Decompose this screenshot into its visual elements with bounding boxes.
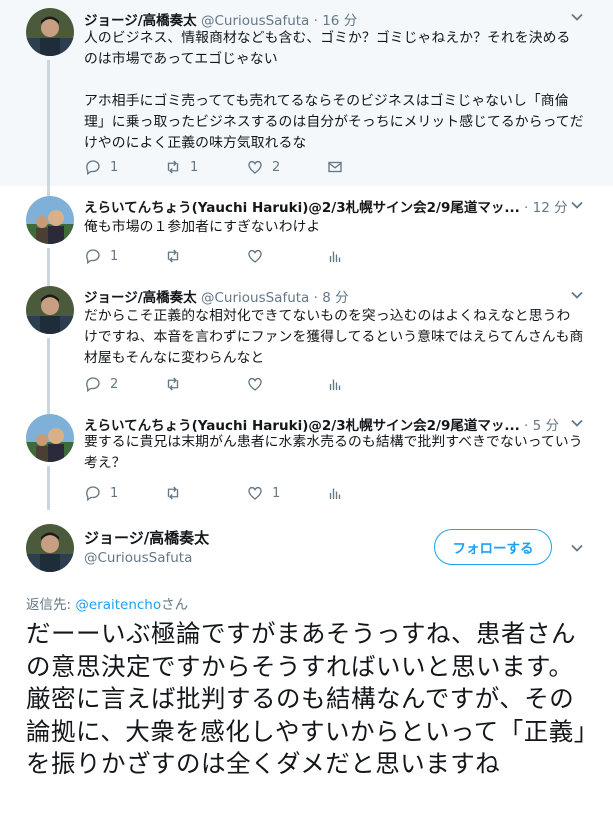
retweet-icon <box>167 486 179 500</box>
like-icon <box>248 486 262 500</box>
like-count: 2 <box>272 159 281 175</box>
tweet-actions: 1 1 2 <box>84 157 384 177</box>
tweet-header: えらいてんちょう(Yauchi Haruki)@2/3札幌サイン会2/9尾道マッ… <box>84 418 560 434</box>
tweet-1[interactable]: ジョージ/高橋奏太 @CuriousSafuta · 16 分 人のビジネス、情… <box>0 0 613 186</box>
retweet-icon <box>167 249 179 263</box>
tweet-text: 俺も市場の１参加者にすぎないわけよ <box>84 219 321 235</box>
dm-button[interactable] <box>326 157 344 177</box>
tweet-header: ジョージ/高橋奏太 @CuriousSafuta · 16 分 <box>84 13 358 29</box>
retweet-button[interactable] <box>164 246 190 266</box>
reply-button[interactable]: 1 <box>84 483 118 503</box>
tweet-time[interactable]: 12 分 <box>533 200 568 216</box>
replying-to-link[interactable]: @eraitencho <box>75 597 161 613</box>
retweet-icon <box>167 160 179 174</box>
tweet-actions: 1 1 <box>84 483 384 503</box>
main-tweet-text: だーーいぶ極論ですがまあそうっすね、患者さんの意思決定ですからそうすればいいと思… <box>26 619 587 779</box>
analytics-icon <box>329 251 341 262</box>
like-button[interactable] <box>246 374 272 394</box>
like-icon <box>248 377 262 391</box>
author-name[interactable]: ジョージ/高橋奏太 <box>84 290 197 306</box>
chevron-down-icon[interactable] <box>569 9 585 25</box>
avatar[interactable] <box>26 414 74 462</box>
analytics-button[interactable] <box>326 246 344 266</box>
follow-button[interactable]: フォローする <box>434 529 552 565</box>
tweet-header: えらいてんちょう(Yauchi Haruki)@2/3札幌サイン会2/9尾道マッ… <box>84 200 568 216</box>
thread-line <box>47 338 50 406</box>
reply-icon <box>86 249 100 265</box>
thread-line <box>47 466 50 510</box>
reply-count: 1 <box>110 159 119 175</box>
author-name[interactable]: ジョージ/高橋奏太 <box>84 527 209 548</box>
author-name[interactable]: ジョージ/高橋奏太 <box>84 13 197 29</box>
avatar[interactable] <box>26 196 74 244</box>
thread-line <box>47 406 50 414</box>
analytics-icon <box>329 488 341 499</box>
author-name[interactable]: えらいてんちょう(Yauchi Haruki)@2/3札幌サイン会2/9尾道マッ… <box>84 200 520 216</box>
chevron-down-icon[interactable] <box>569 540 585 556</box>
reply-button[interactable]: 2 <box>84 374 118 394</box>
reply-icon <box>86 160 100 176</box>
tweet-text: 要するに貴兄は末期がん患者に水素水売るのも結構で批判すべきでないっていう考え？ <box>84 434 583 471</box>
tweet-2[interactable]: えらいてんちょう(Yauchi Haruki)@2/3札幌サイン会2/9尾道マッ… <box>0 186 613 286</box>
analytics-button[interactable] <box>326 374 344 394</box>
replying-to: 返信先: @eraitenchoさん <box>26 593 188 613</box>
tweet-time[interactable]: 8 分 <box>322 290 348 306</box>
replying-to-suffix: さん <box>161 597 189 613</box>
reply-icon <box>86 486 100 502</box>
tweet-text: だからこそ正義的な相対化できてないものを突っ込むのはよくねえなと思うわけですね、… <box>84 308 584 366</box>
tweet-actions: 1 <box>84 246 384 266</box>
tweet-header: ジョージ/高橋奏太 @CuriousSafuta · 8 分 <box>84 290 349 306</box>
avatar[interactable] <box>26 524 74 572</box>
like-button[interactable]: 2 <box>246 157 280 177</box>
tweet-text: 人のビジネス、情報商材なども含む、ゴミか？ゴミじゃねえか？それを決めるのは市場で… <box>84 30 584 151</box>
tweet-4[interactable]: えらいてんちょう(Yauchi Haruki)@2/3札幌サイン会2/9尾道マッ… <box>0 406 613 514</box>
analytics-button[interactable] <box>326 483 344 503</box>
chevron-down-icon[interactable] <box>569 287 585 303</box>
avatar[interactable] <box>26 286 74 334</box>
reply-count: 1 <box>110 248 119 264</box>
dm-icon <box>328 161 342 173</box>
thread-line <box>47 248 50 286</box>
reply-count: 1 <box>110 485 119 501</box>
chevron-down-icon[interactable] <box>569 197 585 213</box>
retweet-button[interactable] <box>164 374 190 394</box>
reply-button[interactable]: 1 <box>84 157 118 177</box>
like-button[interactable]: 1 <box>246 483 280 503</box>
tweet-time[interactable]: 16 分 <box>322 13 357 29</box>
author-handle[interactable]: @CuriousSafuta <box>201 290 309 306</box>
analytics-icon <box>329 379 341 390</box>
reply-icon <box>86 377 100 393</box>
chevron-down-icon[interactable] <box>569 415 585 431</box>
tweet-actions: 2 <box>84 374 384 394</box>
like-icon <box>248 160 262 174</box>
author-handle[interactable]: @CuriousSafuta <box>84 550 192 566</box>
retweet-button[interactable] <box>164 483 190 503</box>
reply-button[interactable]: 1 <box>84 246 118 266</box>
retweet-count: 1 <box>190 159 199 175</box>
thread-line <box>47 60 50 186</box>
reply-count: 2 <box>110 376 119 392</box>
tweet-3[interactable]: ジョージ/高橋奏太 @CuriousSafuta · 8 分 だからこそ正義的な… <box>0 286 613 406</box>
like-icon <box>248 249 262 263</box>
avatar[interactable] <box>26 8 74 56</box>
thread-line <box>47 186 50 196</box>
like-button[interactable] <box>246 246 272 266</box>
author-handle[interactable]: @CuriousSafuta <box>201 13 309 29</box>
retweet-icon <box>167 377 179 391</box>
replying-to-prefix: 返信先: <box>26 597 76 613</box>
retweet-button[interactable]: 1 <box>164 157 198 177</box>
like-count: 1 <box>272 485 281 501</box>
